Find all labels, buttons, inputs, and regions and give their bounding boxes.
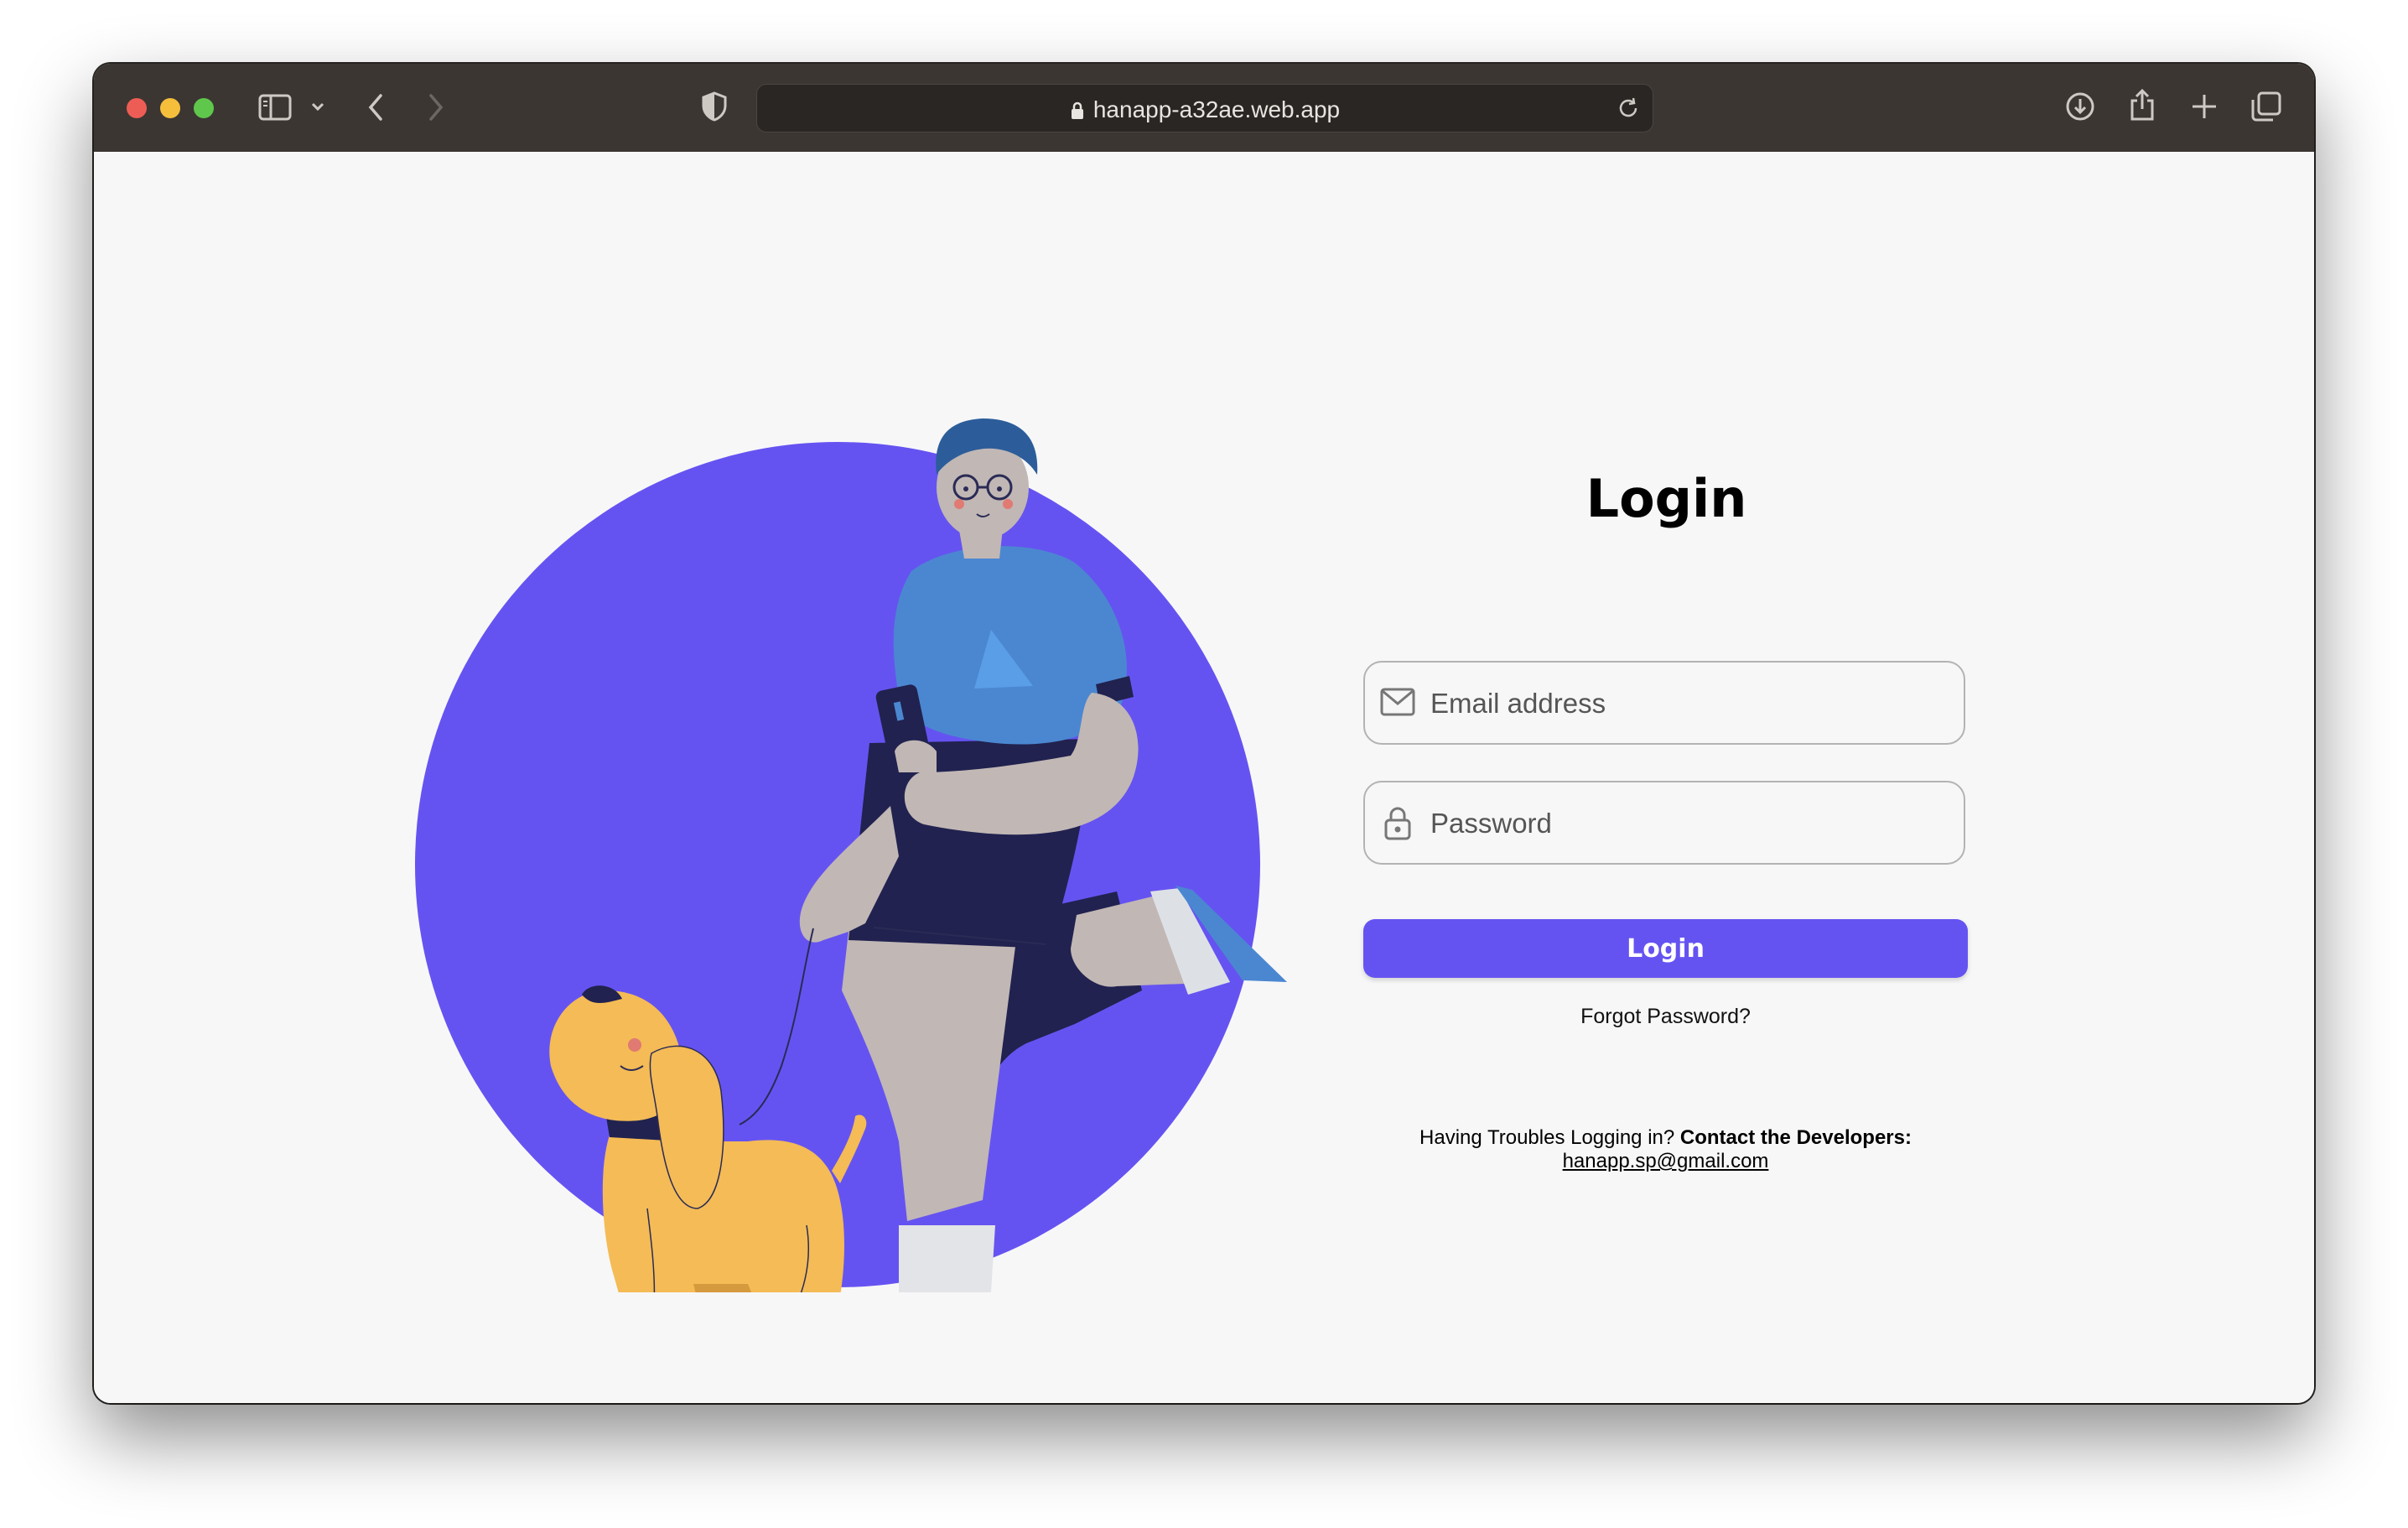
reload-icon[interactable] (1616, 96, 1641, 121)
password-field[interactable] (1363, 781, 1965, 865)
tabs-overview-icon[interactable] (2250, 91, 2282, 122)
chevron-left-icon[interactable] (366, 92, 386, 122)
email-field[interactable] (1363, 661, 1965, 745)
envelope-icon (1380, 688, 1415, 716)
browser-toolbar: hanapp-a32ae.web.app (94, 64, 2314, 153)
minimize-window-button[interactable] (160, 98, 180, 118)
forgot-password-link[interactable]: Forgot Password? (1363, 1005, 1968, 1029)
login-button[interactable]: Login (1363, 919, 1968, 978)
close-window-button[interactable] (127, 98, 147, 118)
shield-icon[interactable] (701, 91, 728, 122)
address-bar[interactable]: hanapp-a32ae.web.app (756, 84, 1653, 133)
share-icon[interactable] (2128, 87, 2156, 122)
login-title: Login (1585, 468, 1747, 529)
page-content: Login Login Forgot Password? Having Trou… (94, 152, 2314, 1403)
url-text: hanapp-a32ae.web.app (1092, 96, 1341, 122)
help-contact-label: Contact the Developers: (1679, 1126, 1912, 1149)
browser-window: hanapp-a32ae.web.app Login Email address… (94, 64, 2314, 1403)
email-input[interactable] (1429, 663, 1952, 745)
url-row: hanapp-a32ae.web.app (757, 96, 1653, 123)
download-icon[interactable] (2064, 91, 2096, 122)
hero-illustration (415, 418, 1287, 1292)
lock-icon (1071, 101, 1083, 119)
help-text: Having Troubles Logging in? Contact the … (1363, 1126, 1968, 1173)
chevron-down-icon[interactable] (310, 101, 325, 112)
password-input[interactable] (1429, 782, 1952, 865)
developer-email-link[interactable]: hanapp.sp@gmail.com (1563, 1150, 1769, 1172)
zoom-window-button[interactable] (194, 98, 214, 118)
sidebar-icon[interactable] (258, 94, 292, 121)
help-prefix: Having Troubles Logging in? (1419, 1126, 1675, 1149)
plus-icon[interactable] (2190, 92, 2219, 121)
chevron-right-icon[interactable] (426, 92, 446, 122)
padlock-icon (1384, 807, 1411, 840)
